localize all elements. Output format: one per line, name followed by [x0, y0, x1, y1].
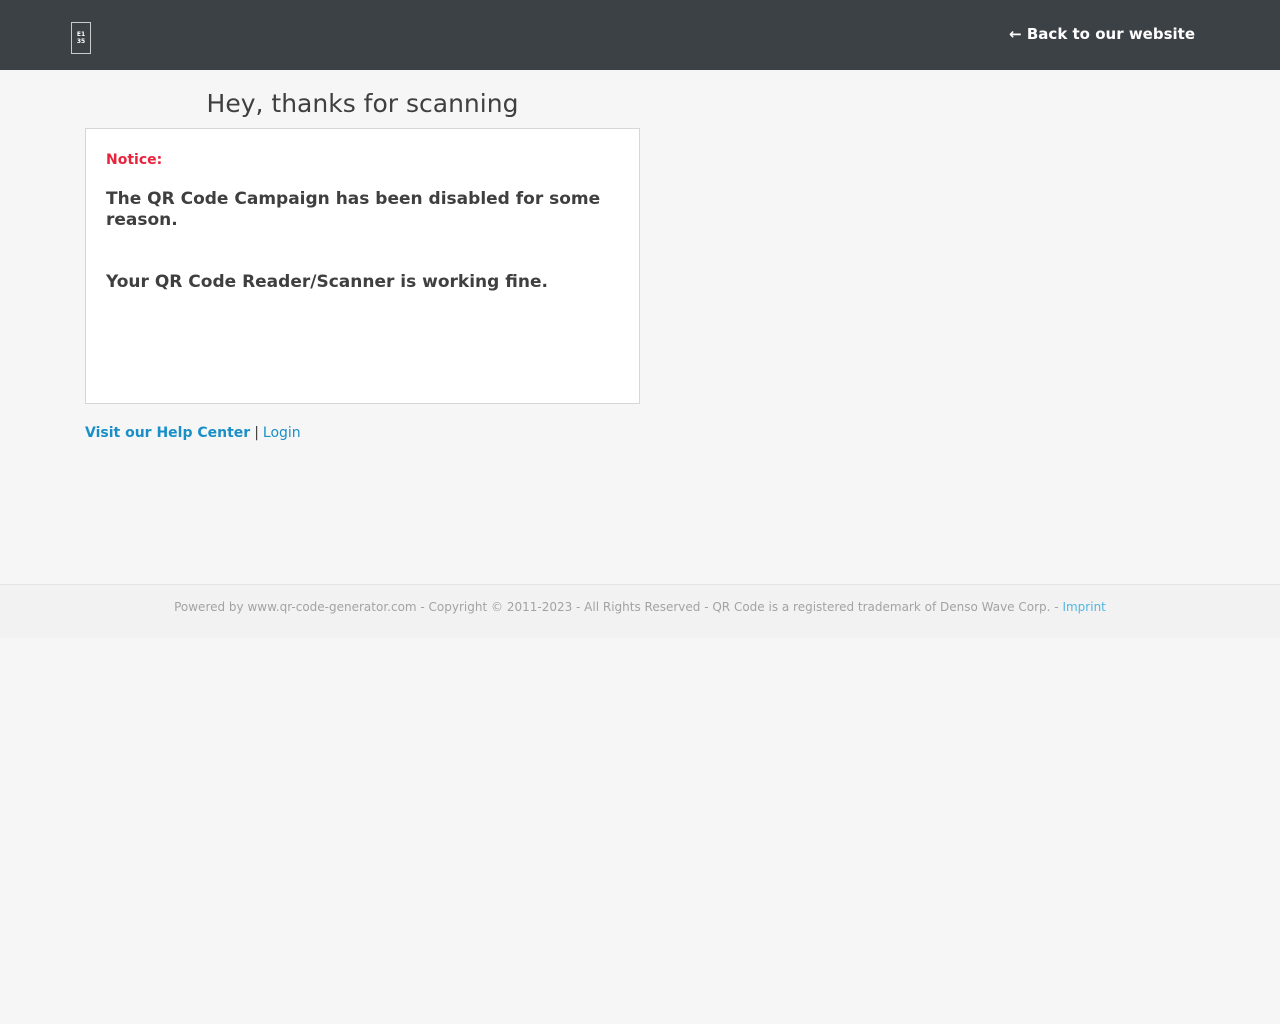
- login-link[interactable]: Login: [263, 425, 301, 441]
- top-navbar: E1 35 ← Back to our website: [0, 0, 1280, 70]
- back-to-website-link[interactable]: ← Back to our website: [1009, 25, 1195, 43]
- footer-copyright-text: Powered by www.qr-code-generator.com - C…: [174, 600, 1059, 614]
- scanner-working-message: Your QR Code Reader/Scanner is working f…: [106, 272, 548, 292]
- help-center-link[interactable]: Visit our Help Center: [85, 425, 250, 441]
- imprint-link[interactable]: Imprint: [1062, 600, 1105, 614]
- site-logo[interactable]: E1 35: [71, 22, 91, 54]
- logo-text-line-2: 35: [76, 37, 86, 45]
- campaign-disabled-message: The QR Code Campaign has been disabled f…: [106, 189, 601, 230]
- page-title: Hey, thanks for scanning: [206, 89, 519, 118]
- notice-card: Notice: The QR Code Campaign has been di…: [85, 128, 640, 404]
- footer-copyright: Powered by www.qr-code-generator.com - C…: [0, 599, 1280, 615]
- link-separator: |: [254, 425, 259, 441]
- notice-label: Notice:: [106, 152, 163, 168]
- help-links: Visit our Help Center | Login: [85, 424, 301, 442]
- logo-text-line-1: E1: [76, 30, 86, 38]
- page-footer: Powered by www.qr-code-generator.com - C…: [0, 584, 1280, 638]
